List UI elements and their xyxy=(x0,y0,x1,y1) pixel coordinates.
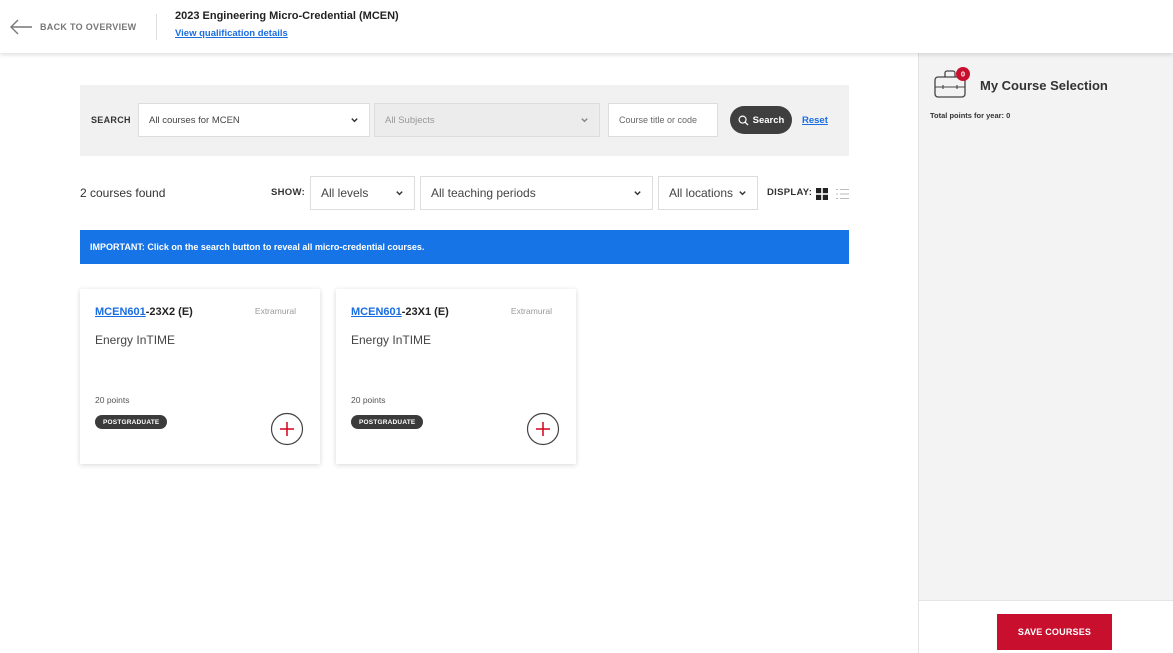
teaching-period-filter-value: All teaching periods xyxy=(431,186,536,200)
level-badge: POSTGRADUATE xyxy=(95,415,168,429)
back-to-overview-button[interactable]: BACK TO OVERVIEW xyxy=(8,14,136,40)
header-divider xyxy=(156,14,157,40)
subject-filter-select[interactable]: All Subjects xyxy=(374,103,600,137)
location-filter-select[interactable]: All locations xyxy=(658,176,758,210)
search-button-label: Search xyxy=(752,114,785,126)
course-offering-suffix: -23X2 (E) xyxy=(145,306,193,318)
chevron-down-icon xyxy=(396,191,403,196)
course-points: 20 points xyxy=(95,395,130,405)
main-content: SEARCH All courses for MCEN All Subjects… xyxy=(0,53,918,653)
view-qualification-details-link[interactable]: View qualification details xyxy=(175,28,288,39)
save-courses-button[interactable]: SAVE COURSES xyxy=(997,614,1112,650)
show-label: SHOW: xyxy=(271,187,306,198)
page-header: BACK TO OVERVIEW 2023 Engineering Micro-… xyxy=(0,0,1173,53)
level-filter-value: All levels xyxy=(321,186,369,200)
display-label: DISPLAY: xyxy=(767,187,813,198)
search-bar: SEARCH All courses for MCEN All Subjects… xyxy=(80,85,849,156)
grid-view-icon[interactable] xyxy=(816,188,828,200)
course-code-link[interactable]: MCEN601 xyxy=(351,306,402,318)
course-filter-value: All courses for MCEN xyxy=(149,114,240,126)
arrow-left-icon xyxy=(10,19,32,35)
course-code: MCEN601-23X2 (E) xyxy=(95,306,193,318)
sidebar-title: My Course Selection xyxy=(980,78,1108,93)
course-card[interactable]: MCEN601-23X2 (E) Extramural Energy InTIM… xyxy=(80,289,320,464)
briefcase-icon: 0 xyxy=(934,67,970,98)
notice-bold: IMPORTANT: xyxy=(90,242,145,252)
cart-count-badge: 0 xyxy=(961,70,965,79)
page-title: 2023 Engineering Micro-Credential (MCEN) xyxy=(175,10,399,22)
plus-circle-icon[interactable] xyxy=(270,412,304,446)
course-name: Energy InTIME xyxy=(351,333,432,347)
search-button[interactable]: Search xyxy=(730,106,792,134)
course-points: 20 points xyxy=(351,395,386,405)
course-filter-select[interactable]: All courses for MCEN xyxy=(138,103,370,137)
location-filter-value: All locations xyxy=(669,186,734,200)
teaching-period-filter-select[interactable]: All teaching periods xyxy=(420,176,653,210)
plus-circle-icon[interactable] xyxy=(526,412,560,446)
notice-text: Click on the search button to reveal all… xyxy=(144,242,425,252)
delivery-mode: Extramural xyxy=(254,306,296,316)
level-filter-select[interactable]: All levels xyxy=(310,176,415,210)
subject-filter-value: All Subjects xyxy=(385,114,435,126)
course-name: Energy InTIME xyxy=(95,333,176,347)
results-count: 2 courses found xyxy=(80,186,166,200)
list-view-icon[interactable] xyxy=(836,188,849,200)
course-offering-suffix: -23X1 (E) xyxy=(401,306,449,318)
chevron-down-icon xyxy=(634,191,641,196)
course-card[interactable]: MCEN601-23X1 (E) Extramural Energy InTIM… xyxy=(336,289,576,464)
total-points: Total points for year: 0 xyxy=(930,111,1011,120)
important-notice: IMPORTANT: Click on the search button to… xyxy=(80,230,849,264)
reset-link[interactable]: Reset xyxy=(802,115,828,126)
level-badge: POSTGRADUATE xyxy=(351,415,424,429)
course-code: MCEN601-23X1 (E) xyxy=(351,306,449,318)
course-code-link[interactable]: MCEN601 xyxy=(95,306,146,318)
chevron-down-icon xyxy=(351,118,358,123)
course-search-input[interactable] xyxy=(608,103,718,137)
magnifier-icon xyxy=(738,115,749,126)
chevron-down-icon xyxy=(739,191,746,196)
chevron-down-icon xyxy=(581,118,588,123)
course-selection-sidebar: 0 My Course Selection Total points for y… xyxy=(918,53,1173,653)
search-label: SEARCH xyxy=(91,115,131,125)
sidebar-footer: SAVE COURSES xyxy=(919,600,1173,653)
back-label: BACK TO OVERVIEW xyxy=(40,22,137,32)
delivery-mode: Extramural xyxy=(510,306,552,316)
